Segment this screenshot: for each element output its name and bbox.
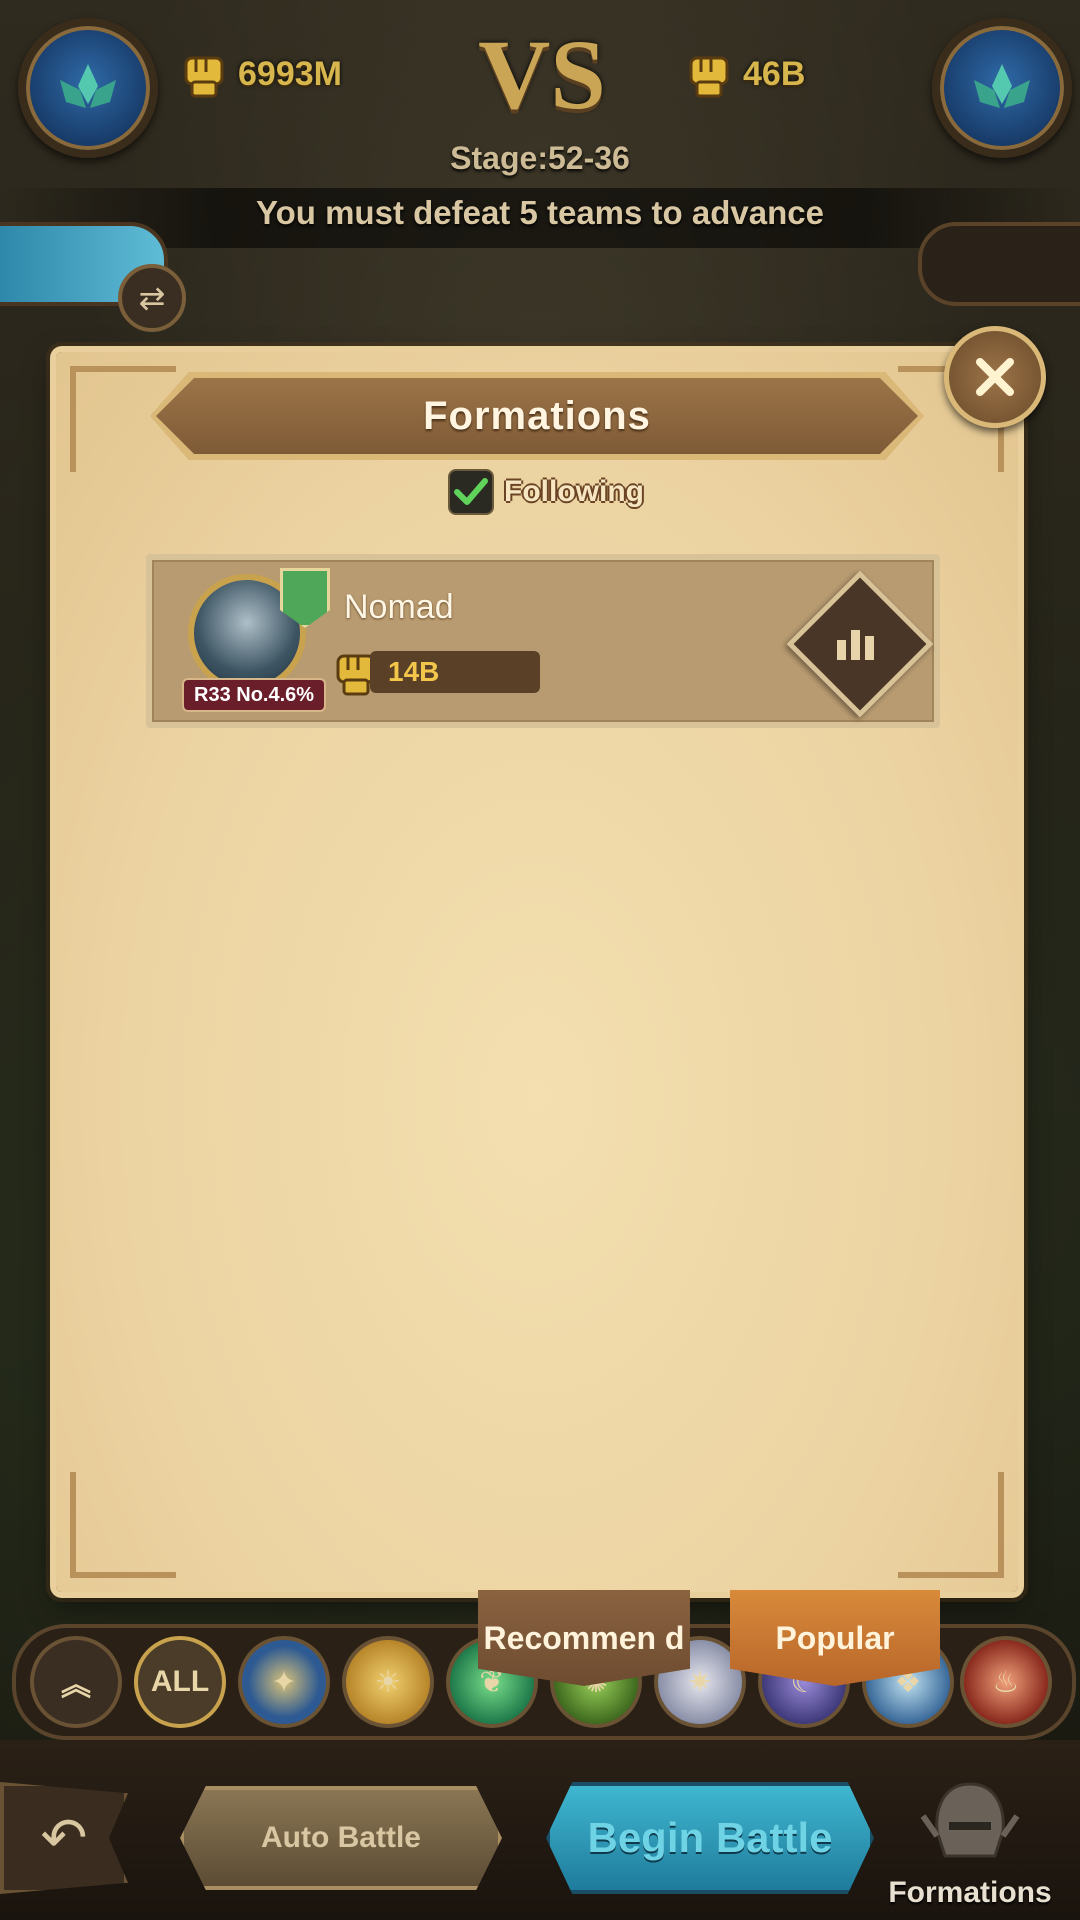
following-label: Following (504, 475, 644, 508)
vs-label: VS (478, 19, 606, 130)
helmet-icon (920, 1782, 1020, 1858)
entry-player-name: Nomad (344, 588, 454, 626)
sun-icon: ☀ (374, 1665, 402, 1699)
enemy-lineup-card[interactable] (918, 222, 1080, 306)
formation-entry[interactable]: R33 No.4.6% Nomad 14B (146, 554, 940, 728)
entry-power: 14B (332, 648, 540, 696)
formations-button[interactable]: Formations (872, 1760, 1068, 1910)
tab-popular[interactable]: Popular (730, 1590, 940, 1686)
rank-tag: R33 No.4.6% (182, 678, 327, 712)
player-power: 6993M (180, 44, 342, 104)
left-faction-emblem (18, 18, 158, 158)
swap-icon: ⇄ (138, 280, 166, 316)
stage-label: Stage:52-36 (450, 140, 630, 176)
fist-icon (184, 56, 224, 98)
title-banner: Formations (156, 378, 918, 454)
entry-power-value: 14B (370, 651, 540, 693)
close-button[interactable] (944, 326, 1046, 428)
collapse-filter-button[interactable]: ︽ (30, 1636, 122, 1728)
formations-dialog: Formations Following R33 No.4.6% Nomad 1… (56, 352, 1018, 1592)
enemy-power-value: 46B (743, 54, 806, 93)
bar-chart-icon (837, 630, 874, 660)
faction-all-button[interactable]: ALL (134, 1636, 226, 1728)
advance-message: You must defeat 5 teams to advance (256, 194, 824, 231)
tab-recommend[interactable]: Recommen d (478, 1590, 690, 1686)
faction-mauler-button[interactable]: ☀ (342, 1636, 434, 1728)
fist-icon (689, 56, 729, 98)
enemy-power: 46B (685, 44, 805, 104)
swap-button[interactable]: ⇄ (118, 264, 186, 332)
corner-ornament (898, 1472, 1004, 1578)
starburst-icon: ✷ (687, 1665, 713, 1699)
lotus-icon (60, 64, 116, 108)
faction-all-label: ALL (150, 1665, 210, 1698)
dialog-title: Formations (423, 393, 651, 438)
faction-lightbearer-button[interactable]: ✦ (238, 1636, 330, 1728)
following-checkbox[interactable] (448, 469, 494, 515)
faction-dragon-button[interactable]: ♨ (960, 1636, 1052, 1728)
right-faction-emblem (932, 18, 1072, 158)
star-icon: ✦ (271, 1665, 297, 1699)
auto-battle-button[interactable]: Auto Battle (180, 1786, 502, 1890)
flame-icon: ♨ (992, 1665, 1020, 1699)
corner-ornament (70, 1472, 176, 1578)
formations-label: Formations (888, 1876, 1052, 1909)
back-arrow-icon: ↶ (40, 1806, 88, 1869)
back-button[interactable]: ↶ (0, 1782, 128, 1894)
close-icon (976, 358, 1014, 396)
player-power-value: 6993M (238, 54, 342, 93)
following-filter[interactable]: Following (448, 469, 644, 515)
chevron-up-icon: ︽ (61, 1669, 91, 1702)
checkmark-icon (454, 478, 488, 505)
begin-battle-button[interactable]: Begin Battle (546, 1782, 874, 1894)
lotus-icon (974, 64, 1030, 108)
